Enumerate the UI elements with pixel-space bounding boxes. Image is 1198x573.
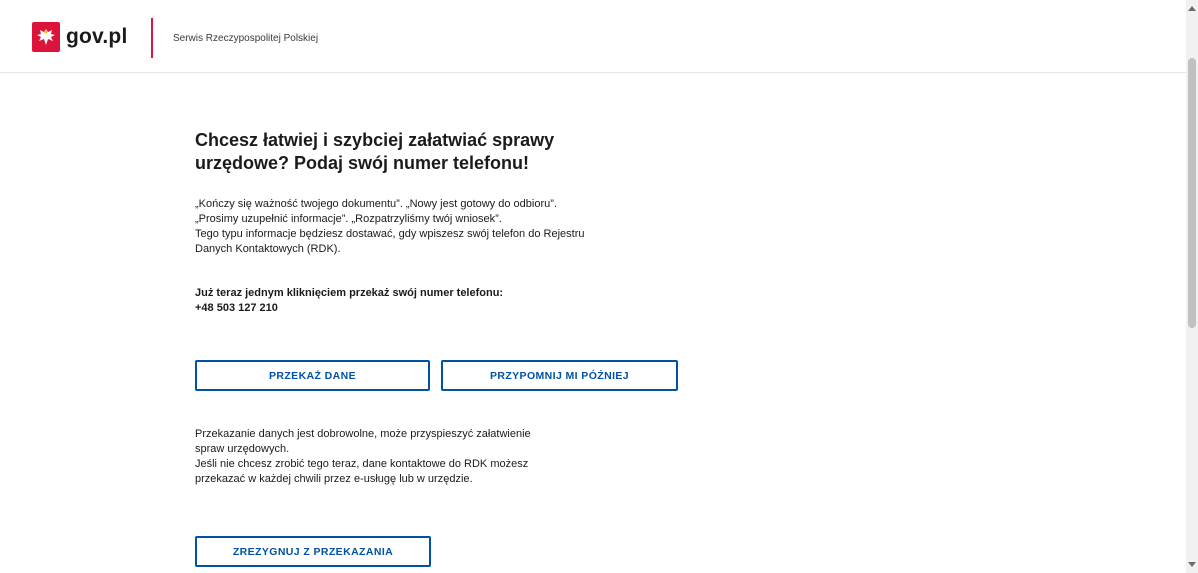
phone-number: +48 503 127 210	[195, 302, 278, 314]
scrollbar-thumb[interactable]	[1188, 58, 1196, 328]
note-line: spraw urzędowych.	[195, 443, 290, 455]
gov-pl-logo[interactable]: gov.pl	[32, 22, 127, 52]
site-header: gov.pl Serwis Rzeczypospolitej Polskiej	[0, 0, 1186, 73]
intro-line: Danych Kontaktowych (RDK).	[195, 243, 341, 255]
note-line: Przekazanie danych jest dobrowolne, może…	[195, 428, 531, 440]
submit-data-button[interactable]: PRZEKAŻ DANE	[195, 360, 430, 391]
transfer-prompt: Już teraz jednym kliknięciem przekaż swó…	[195, 287, 504, 299]
heading-line-1: Chcesz łatwiej i szybciej załatwiać spra…	[195, 130, 555, 150]
scroll-up-arrow-icon[interactable]	[1188, 6, 1196, 11]
voluntary-note: Przekazanie danych jest dobrowolne, może…	[195, 427, 675, 487]
main-content: Chcesz łatwiej i szybciej załatwiać spra…	[195, 129, 715, 567]
intro-line: Tego typu informacje będziesz dostawać, …	[195, 228, 585, 240]
page-heading: Chcesz łatwiej i szybciej załatwiać spra…	[195, 129, 635, 175]
polish-eagle-emblem-icon	[32, 22, 60, 52]
note-line: przekazać w każdej chwili przez e-usługę…	[195, 473, 473, 485]
scroll-down-arrow-icon[interactable]	[1188, 562, 1196, 567]
page-scrollbar[interactable]	[1186, 0, 1198, 573]
header-subtitle: Serwis Rzeczypospolitej Polskiej	[173, 33, 319, 44]
note-line: Jeśli nie chcesz zrobić tego teraz, dane…	[195, 458, 529, 470]
intro-line: „Prosimy uzupełnić informacje”. „Rozpatr…	[195, 213, 502, 225]
header-divider	[151, 18, 153, 58]
intro-paragraph: „Kończy się ważność twojego dokumentu”. …	[195, 197, 675, 257]
intro-line: „Kończy się ważność twojego dokumentu”. …	[195, 198, 557, 210]
resign-button[interactable]: ZREZYGNUJ Z PRZEKAZANIA	[195, 536, 431, 567]
logo-text: gov.pl	[66, 25, 128, 48]
remind-later-button[interactable]: PRZYPOMNIJ MI PÓŹNIEJ	[441, 360, 678, 391]
phone-transfer-block: Już teraz jednym kliknięciem przekaż swó…	[195, 286, 503, 316]
heading-line-2: urzędowe? Podaj swój numer telefonu!	[195, 153, 530, 173]
